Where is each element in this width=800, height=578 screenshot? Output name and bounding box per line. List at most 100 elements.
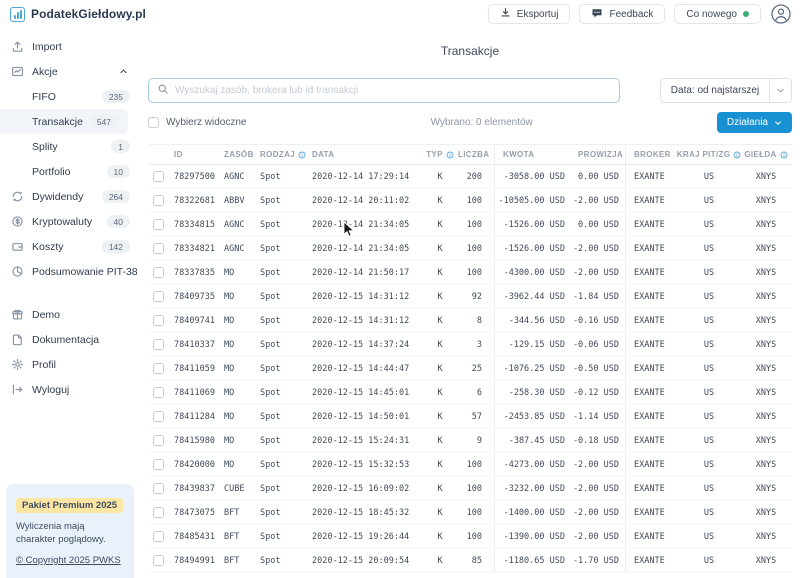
row-checkbox[interactable] xyxy=(153,195,164,206)
sidebar-item-transakcje[interactable]: Transakcje547 xyxy=(0,109,128,134)
row-checkbox[interactable] xyxy=(153,435,164,446)
cell-id: 78337835 xyxy=(174,268,224,278)
row-checkbox[interactable] xyxy=(153,171,164,182)
table-row: 78409735MOSpot2020-12-15 14:31:12K92-396… xyxy=(148,285,792,309)
cell-kraj: US xyxy=(678,340,740,350)
column-header-gielda: GIEŁDA xyxy=(740,150,792,159)
whats-new-button[interactable]: Co nowego xyxy=(674,4,761,24)
cell-liczba: 3 xyxy=(456,340,494,350)
info-icon[interactable] xyxy=(780,151,788,159)
column-header-label: KWOTA xyxy=(503,150,534,159)
cell-gielda: XNYS xyxy=(740,556,792,566)
cell-zasob: CUBE xyxy=(224,484,260,494)
column-header-label: TYP xyxy=(426,150,443,159)
sidebar-item-kryptowaluty[interactable]: Kryptowaluty40 xyxy=(0,209,140,234)
sidebar-item-profil[interactable]: Profil xyxy=(0,352,140,377)
sidebar-item-demo[interactable]: Demo xyxy=(0,302,140,327)
cell-id: 78334821 xyxy=(174,244,224,254)
row-checkbox[interactable] xyxy=(153,291,164,302)
info-icon[interactable] xyxy=(446,151,454,159)
cell-rodzaj: Spot xyxy=(260,436,312,446)
row-checkbox[interactable] xyxy=(153,387,164,398)
cell-data: 2020-12-15 14:45:01 xyxy=(312,388,424,398)
sidebar-item-portfolio[interactable]: Portfolio10 xyxy=(0,159,140,184)
cell-typ: K xyxy=(424,196,456,206)
sidebar-nav: ImportAkcjeFIFO235Transakcje547Splity1Po… xyxy=(0,34,140,402)
row-checkbox-cell xyxy=(148,531,174,542)
row-checkbox[interactable] xyxy=(153,267,164,278)
cell-id: 78420000 xyxy=(174,460,224,470)
actions-button[interactable]: Działania xyxy=(717,112,792,133)
count-badge: 10 xyxy=(107,165,130,178)
cell-rodzaj: Spot xyxy=(260,556,312,566)
cell-liczba: 85 xyxy=(456,556,494,566)
sidebar-item-akcje[interactable]: Akcje xyxy=(0,59,140,84)
brand-name: PodatekGiełdowy.pl xyxy=(31,7,146,21)
sidebar-item-koszty[interactable]: Koszty142 xyxy=(0,234,140,259)
sidebar-item-podsumowanie-pit-38[interactable]: Podsumowanie PIT-38 xyxy=(0,259,140,284)
row-checkbox[interactable] xyxy=(153,507,164,518)
cell-data: 2020-12-15 14:31:12 xyxy=(312,316,424,326)
row-checkbox[interactable] xyxy=(153,339,164,350)
cell-data: 2020-12-15 14:31:12 xyxy=(312,292,424,302)
sort-select[interactable]: Data: od najstarszej xyxy=(660,78,792,103)
cell-rodzaj: Spot xyxy=(260,364,312,374)
cell-gielda: XNYS xyxy=(740,340,792,350)
cell-rodzaj: Spot xyxy=(260,412,312,422)
row-checkbox[interactable] xyxy=(153,315,164,326)
cell-gielda: XNYS xyxy=(740,412,792,422)
row-checkbox[interactable] xyxy=(153,483,164,494)
cell-data: 2020-12-15 15:32:53 xyxy=(312,460,424,470)
row-checkbox[interactable] xyxy=(153,219,164,230)
sidebar-item-fifo[interactable]: FIFO235 xyxy=(0,84,140,109)
sidebar-item-label: Wyloguj xyxy=(32,384,140,396)
speech-bubble-icon xyxy=(591,7,603,22)
feedback-button[interactable]: Feedback xyxy=(579,4,665,24)
row-checkbox[interactable] xyxy=(153,411,164,422)
export-label: Eksportuj xyxy=(517,9,559,20)
info-icon[interactable] xyxy=(298,151,306,159)
cell-rodzaj: Spot xyxy=(260,388,312,398)
cell-prowizja: -1.14 USD xyxy=(572,405,626,428)
row-checkbox-cell xyxy=(148,219,174,230)
sidebar-item-dywidendy[interactable]: Dywidendy264 xyxy=(0,184,140,209)
brand-logo[interactable]: PodatekGiełdowy.pl xyxy=(8,7,146,22)
sidebar-item-splity[interactable]: Splity1 xyxy=(0,134,140,159)
chevron-up-icon xyxy=(119,67,128,76)
cell-liczba: 100 xyxy=(456,508,494,518)
cell-id: 78439837 xyxy=(174,484,224,494)
cell-prowizja: -2.00 USD xyxy=(572,501,626,524)
select-visible-checkbox[interactable] xyxy=(148,117,159,128)
column-header-zasob: ZASÓB xyxy=(224,150,260,159)
sidebar-item-label: Portfolio xyxy=(32,166,107,178)
sidebar-item-import[interactable]: Import xyxy=(0,34,140,59)
cell-gielda: XNYS xyxy=(740,316,792,326)
cell-data: 2020-12-14 21:34:05 xyxy=(312,220,424,230)
row-checkbox[interactable] xyxy=(153,459,164,470)
row-checkbox-cell xyxy=(148,483,174,494)
cell-id: 78297500 xyxy=(174,172,224,182)
user-avatar[interactable] xyxy=(770,3,792,25)
row-checkbox[interactable] xyxy=(153,531,164,542)
copyright-link[interactable]: © Copyright 2025 PWKS xyxy=(16,555,121,566)
table-row: 78420000MOSpot2020-12-15 15:32:53K100-42… xyxy=(148,453,792,477)
cell-rodzaj: Spot xyxy=(260,196,312,206)
sidebar-item-label: Podsumowanie PIT-38 xyxy=(32,266,140,278)
row-checkbox[interactable] xyxy=(153,363,164,374)
cell-kwota: -4300.00 USD xyxy=(494,261,572,284)
row-checkbox[interactable] xyxy=(153,555,164,566)
topbar-actions: Eksportuj Feedback Co nowego xyxy=(488,3,792,25)
count-badge: 1 xyxy=(111,140,130,153)
sidebar-item-label: Transakcje xyxy=(32,116,90,128)
search-input[interactable] xyxy=(175,85,611,96)
sidebar-item-wyloguj[interactable]: Wyloguj xyxy=(0,377,140,402)
cell-id: 78473075 xyxy=(174,508,224,518)
bar-chart-icon xyxy=(10,7,25,22)
main-content: Transakcje Data: od najstarszej Wybierz … xyxy=(140,28,800,578)
export-button[interactable]: Eksportuj xyxy=(488,4,571,24)
sidebar-item-dokumentacja[interactable]: Dokumentacja xyxy=(0,327,140,352)
sidebar-item-label: Kryptowaluty xyxy=(32,216,107,228)
cell-data: 2020-12-14 21:34:05 xyxy=(312,244,424,254)
row-checkbox[interactable] xyxy=(153,243,164,254)
cell-prowizja: -0.18 USD xyxy=(572,429,626,452)
